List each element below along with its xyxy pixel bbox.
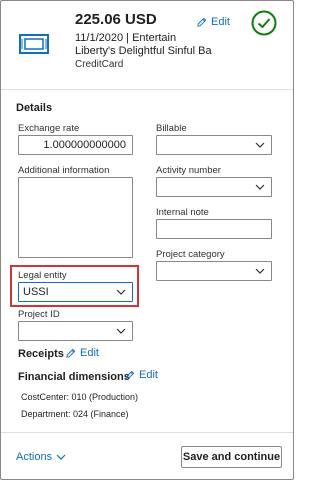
expense-header: 225.06 USD 11/1/2020 | Entertain Liberty…: [1, 1, 293, 89]
chevron-down-icon: [56, 454, 66, 460]
project-category-dropdown[interactable]: [156, 261, 272, 281]
pencil-icon: [66, 348, 76, 358]
actions-label: Actions: [16, 451, 53, 463]
pencil-icon: [197, 17, 207, 27]
receipts-title: Receipts: [18, 348, 64, 360]
project-id-dropdown[interactable]: [18, 321, 133, 341]
legal-entity-value: USSI: [23, 286, 49, 298]
billable-label: Billable: [156, 123, 187, 134]
legal-entity-label: Legal entity: [18, 270, 67, 281]
footer-divider: [1, 432, 293, 433]
additional-info-label: Additional information: [18, 165, 110, 176]
divider: [1, 89, 293, 90]
activity-number-label: Activity number: [156, 165, 221, 176]
activity-number-dropdown[interactable]: [156, 177, 272, 197]
expense-date-category: 11/1/2020 | Entertain: [75, 32, 177, 44]
exchange-rate-field[interactable]: 1.000000000000: [18, 135, 133, 155]
legal-entity-dropdown[interactable]: USSI: [18, 282, 133, 302]
save-and-continue-button[interactable]: Save and continue: [181, 446, 282, 468]
edit-label: Edit: [211, 16, 230, 28]
pencil-icon: [125, 370, 135, 380]
exchange-rate-value: 1.000000000000: [43, 139, 126, 151]
edit-receipts-link[interactable]: Edit: [65, 347, 99, 359]
details-title: Details: [16, 102, 53, 114]
exchange-rate-label: Exchange rate: [18, 123, 80, 134]
expense-payment-method: CreditCard: [75, 59, 124, 70]
chevron-down-icon: [116, 289, 126, 295]
additional-info-textarea[interactable]: [18, 177, 133, 258]
dimension-item: Department: 024 (Finance): [21, 409, 129, 419]
receipt-icon: [19, 34, 49, 54]
chevron-down-icon: [116, 328, 126, 334]
internal-note-label: Internal note: [156, 207, 209, 218]
edit-label: Edit: [80, 347, 99, 359]
chevron-down-icon: [255, 268, 265, 274]
chevron-down-icon: [255, 184, 265, 190]
actions-menu[interactable]: Actions: [16, 451, 66, 463]
dimension-item: CostCenter: 010 (Production): [21, 392, 139, 402]
edit-label: Edit: [139, 369, 158, 381]
internal-note-field[interactable]: [156, 219, 272, 239]
project-id-label: Project ID: [18, 309, 60, 320]
financial-dimensions-title: Financial dimensions: [18, 371, 130, 383]
chevron-down-icon: [255, 142, 265, 148]
checkmark-circle-icon: [251, 10, 277, 36]
edit-financial-dimensions-link[interactable]: Edit: [124, 369, 158, 381]
billable-dropdown[interactable]: [156, 135, 272, 155]
expense-detail-panel: 225.06 USD 11/1/2020 | Entertain Liberty…: [0, 0, 294, 480]
expense-merchant: Liberty's Delightful Sinful Ba: [75, 45, 212, 57]
project-category-label: Project category: [156, 249, 225, 260]
expense-amount: 225.06 USD: [75, 11, 157, 28]
edit-expense-link[interactable]: Edit: [196, 16, 230, 28]
